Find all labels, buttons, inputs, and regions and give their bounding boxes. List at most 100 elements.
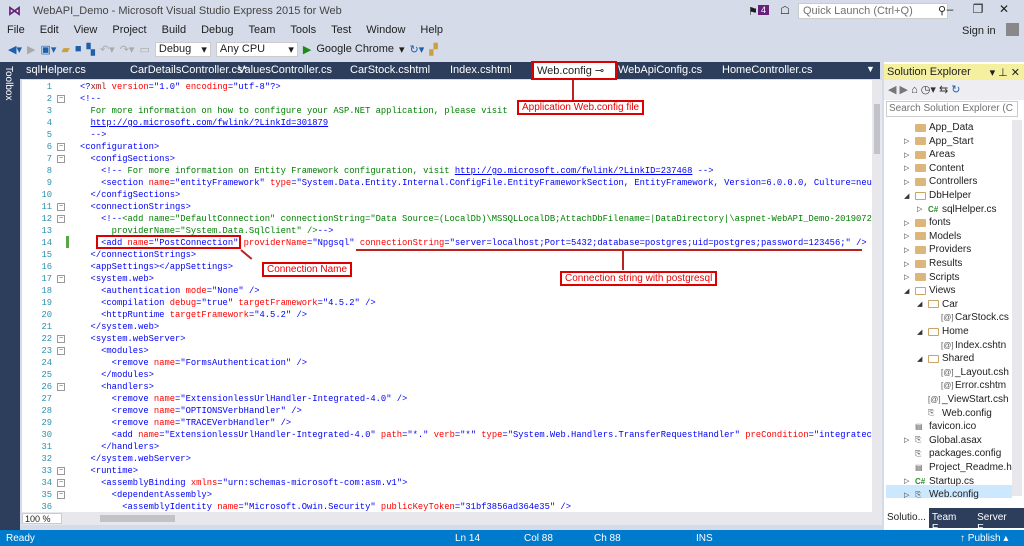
expand-icon[interactable]: ▷ — [904, 246, 912, 254]
run-target-button[interactable]: Google Chrome — [316, 43, 394, 55]
menu-edit[interactable]: Edit — [33, 22, 67, 40]
undo-icon[interactable]: ↶▾ — [100, 43, 115, 56]
tree-item[interactable]: [@] Index.cshtn — [930, 339, 1006, 352]
bottom-tab[interactable]: Team E... — [929, 508, 974, 534]
window-icon[interactable]: ▭ — [139, 43, 149, 56]
publish-button[interactable]: ↑ Publish ▴ — [960, 533, 1008, 544]
home-icon[interactable]: ⌂ — [911, 84, 918, 96]
collapse-icon[interactable]: ◢ — [904, 287, 912, 295]
menu-help[interactable]: Help — [413, 22, 451, 40]
collapse-icon[interactable]: − — [57, 467, 65, 475]
tree-item[interactable]: ▷ Content — [904, 162, 964, 175]
solution-explorer-scrollbar[interactable] — [1012, 120, 1022, 496]
tree-item[interactable]: ▷ Providers — [904, 243, 971, 256]
collapse-icon[interactable]: − — [57, 155, 65, 163]
toolbox-strip[interactable] — [0, 62, 20, 530]
code-token[interactable]: http://go.microsoft.com/fwlink/?LinkId=3… — [91, 118, 329, 128]
tree-item[interactable]: ▷ Results — [904, 257, 962, 270]
expand-icon[interactable]: ▷ — [904, 491, 912, 499]
run-icon[interactable]: ▶ — [303, 43, 311, 56]
collapse-icon[interactable]: − — [57, 347, 65, 355]
tree-item[interactable]: [@] _Layout.csh — [930, 366, 1009, 379]
history-icon[interactable]: ◷▾ — [921, 84, 936, 96]
tree-item[interactable]: [@] CarStock.cs — [930, 311, 1009, 324]
collapse-icon[interactable]: − — [57, 143, 65, 151]
collapse-icon[interactable]: − — [57, 275, 65, 283]
expand-icon[interactable]: ▷ — [904, 137, 912, 145]
tab-cardetailscontroller-cs-[interactable]: CarDetailsController.cs* — [130, 64, 247, 76]
save-icon[interactable]: ■ — [75, 43, 82, 55]
bottom-tab[interactable]: Solutio... — [884, 508, 929, 528]
bottom-tab[interactable]: Server E... — [974, 508, 1024, 534]
tree-item[interactable]: ▤ favicon.ico — [904, 420, 976, 433]
sign-in-link[interactable]: Sign in — [962, 25, 996, 37]
tree-item[interactable]: ▷ ⎘ Web.config — [904, 488, 979, 501]
tab-sqlhelper-cs[interactable]: sqlHelper.cs — [26, 64, 86, 76]
avatar[interactable] — [1006, 23, 1019, 36]
tab-dropdown-icon[interactable]: ▼ — [866, 64, 875, 74]
menu-test[interactable]: Test — [324, 22, 359, 40]
redo-icon[interactable]: ↷▾ — [120, 43, 135, 56]
configuration-select[interactable]: Debug ▾ — [154, 41, 211, 57]
expand-icon[interactable]: ▷ — [904, 260, 912, 268]
notification-flag-icon[interactable]: ⚑ — [748, 5, 758, 18]
open-file-icon[interactable]: ▰ — [61, 43, 69, 56]
toolbox-tab[interactable]: Toolbox — [3, 66, 14, 100]
tree-item[interactable]: ▷ C# Startup.cs — [904, 475, 974, 488]
collapse-icon[interactable]: ◢ — [917, 328, 925, 336]
collapse-icon[interactable]: − — [57, 491, 65, 499]
expand-icon[interactable]: ▷ — [904, 178, 912, 186]
back-icon[interactable]: ◀▾ — [8, 43, 22, 56]
tree-item[interactable]: ◢ Home — [917, 325, 969, 338]
panel-controls-icon[interactable]: ▾ ⊥ ✕ — [990, 66, 1020, 79]
refresh-icon[interactable]: ↻▾ — [410, 43, 425, 56]
expand-icon[interactable]: ▷ — [904, 164, 912, 172]
collapse-icon[interactable]: − — [57, 383, 65, 391]
menu-build[interactable]: Build — [155, 22, 194, 40]
menu-file[interactable]: File — [0, 22, 33, 40]
menu-debug[interactable]: Debug — [194, 22, 241, 40]
refresh-icon[interactable]: ↻ — [951, 84, 960, 96]
expand-icon[interactable]: ▷ — [904, 232, 912, 240]
tree-item[interactable]: ▷ fonts — [904, 216, 951, 229]
feedback-icon[interactable]: ☖ — [780, 4, 790, 17]
quick-launch-input[interactable]: Quick Launch (Ctrl+Q) — [798, 3, 948, 19]
tree-item[interactable]: ▷ Areas — [904, 148, 955, 161]
tree-item[interactable]: ◢ Shared — [917, 352, 974, 365]
menu-view[interactable]: View — [67, 22, 106, 40]
expand-icon[interactable]: ▷ — [904, 151, 912, 159]
expand-icon[interactable]: ▷ — [917, 205, 925, 213]
collapse-icon[interactable]: − — [57, 479, 65, 487]
forward-icon[interactable]: ▶ — [900, 84, 908, 96]
forward-icon[interactable]: ▶ — [27, 43, 35, 56]
tree-item[interactable]: ▤ Project_Readme.h — [904, 461, 1012, 474]
sync-icon[interactable]: ⇆ — [939, 84, 948, 96]
tab-carstock-cshtml[interactable]: CarStock.cshtml — [350, 64, 430, 76]
tree-item[interactable]: ⎘ packages.config — [904, 447, 1001, 460]
tree-item[interactable]: ◢ Views — [904, 284, 956, 297]
collapse-icon[interactable]: − — [57, 95, 65, 103]
expand-icon[interactable]: ▷ — [904, 436, 912, 444]
tree-item[interactable]: ▷ Scripts — [904, 271, 960, 284]
close-window-button[interactable]: ✕ — [994, 2, 1014, 16]
expand-icon[interactable]: ▷ — [904, 219, 912, 227]
platform-select[interactable]: Any CPU ▾ — [215, 41, 298, 57]
minimize-button[interactable]: – — [940, 2, 960, 16]
collapse-icon[interactable]: − — [57, 335, 65, 343]
collapse-icon[interactable]: ◢ — [917, 300, 925, 308]
tab-index-cshtml[interactable]: Index.cshtml — [450, 64, 512, 76]
tab-valuescontroller-cs[interactable]: ValuesController.cs — [238, 64, 332, 76]
collapse-icon[interactable]: ◢ — [917, 355, 925, 363]
tree-item[interactable]: [@] _ViewStart.csh — [917, 393, 1009, 406]
tree-item[interactable]: [@] Error.cshtm — [930, 379, 1006, 392]
solution-explorer-search[interactable]: Search Solution Explorer (C — [886, 101, 1018, 117]
tree-item[interactable]: ⎘ Web.config — [917, 407, 992, 420]
expand-icon[interactable]: ▷ — [904, 477, 912, 485]
horizontal-scrollbar-thumb[interactable] — [100, 515, 175, 522]
back-icon[interactable]: ◀ — [888, 84, 896, 96]
save-all-icon[interactable]: ▚ — [87, 43, 95, 56]
expand-icon[interactable]: ▷ — [904, 273, 912, 281]
notification-count[interactable]: 4 — [758, 5, 770, 15]
tree-item[interactable]: ▷ C# sqlHelper.cs — [917, 203, 996, 216]
tree-item[interactable]: ▷ App_Start — [904, 135, 973, 148]
